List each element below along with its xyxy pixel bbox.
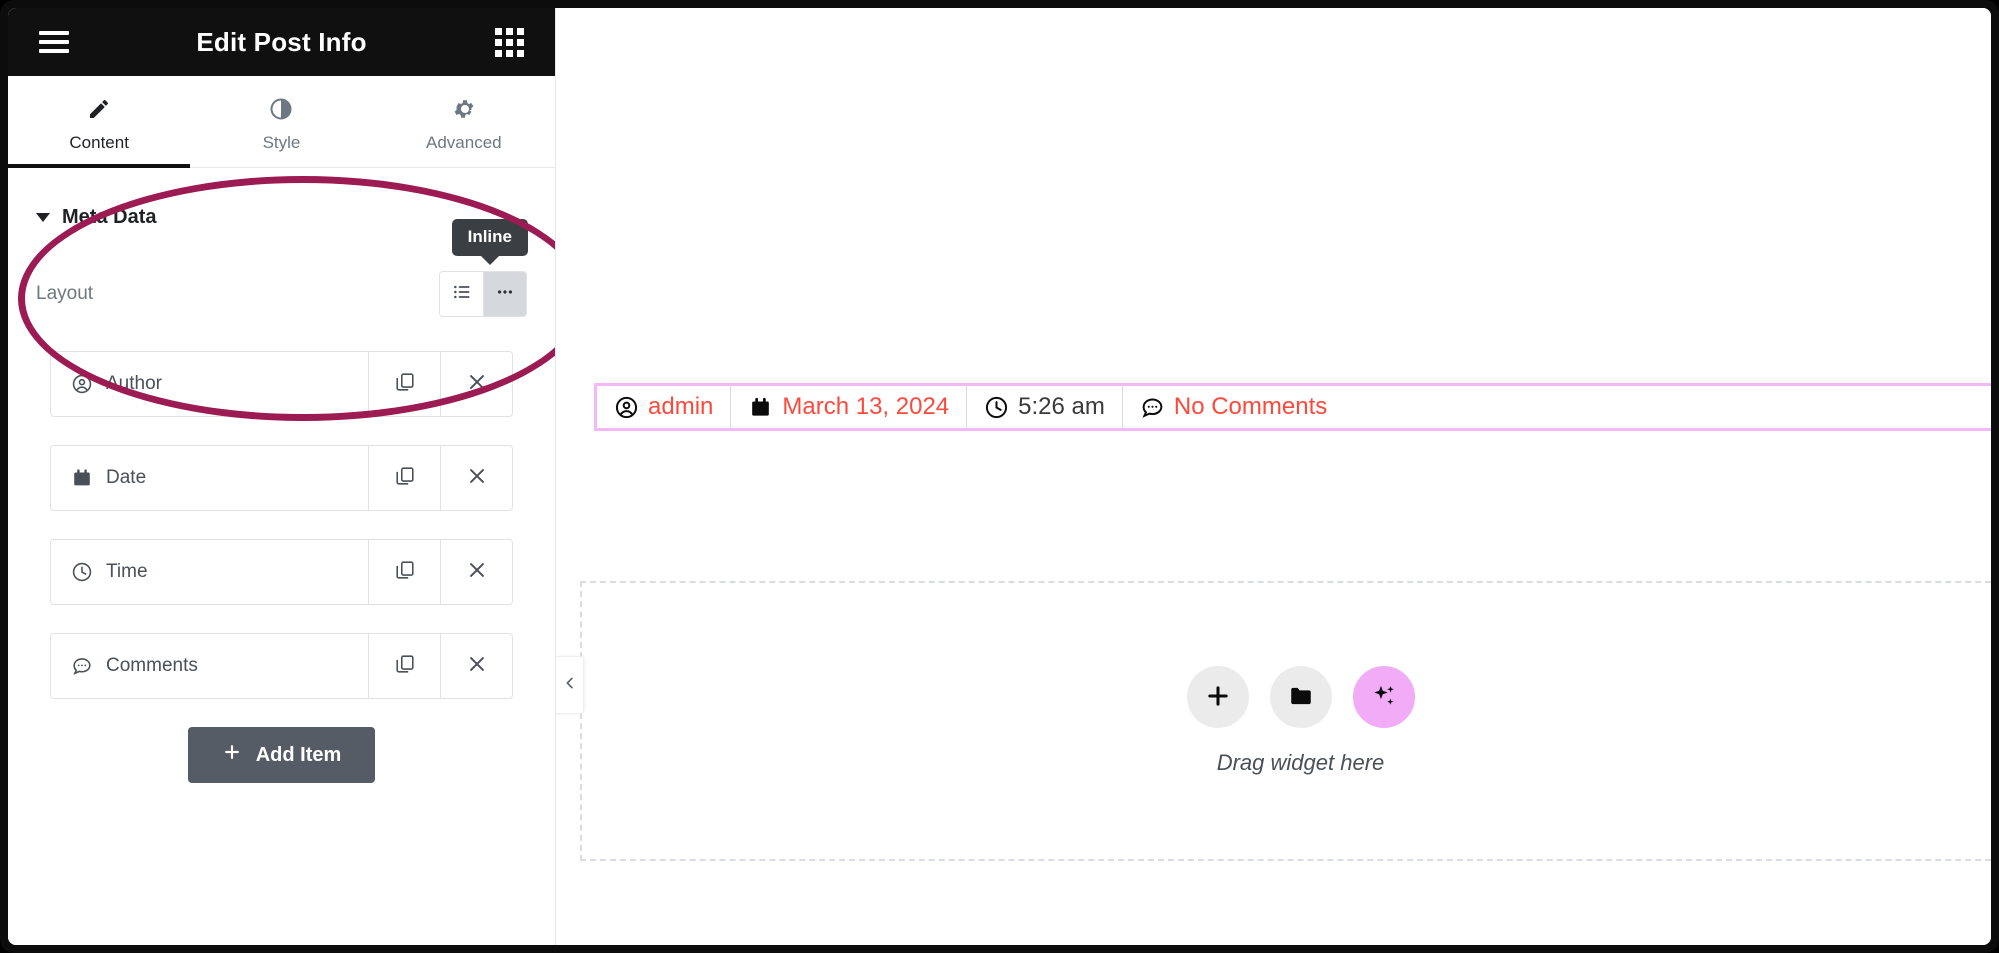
add-item-wrapper: Add Item (50, 727, 513, 783)
layout-control-row: Layout Inline (8, 219, 555, 317)
meta-item-date[interactable]: March 13, 2024 (730, 386, 966, 428)
post-info-widget[interactable]: admin March 13, 2024 5:26 am No Comments (594, 383, 1991, 431)
copy-icon (394, 559, 416, 586)
meta-item-text: 5:26 am (1018, 393, 1105, 420)
clock-icon (71, 561, 93, 583)
remove-item-button[interactable] (440, 634, 512, 698)
duplicate-item-button[interactable] (368, 446, 440, 510)
editor-window: Edit Post Info Content Style Advanced Me… (8, 8, 1991, 945)
tab-advanced[interactable]: Advanced (373, 76, 555, 167)
duplicate-item-button[interactable] (368, 352, 440, 416)
plus-icon (222, 742, 242, 768)
tab-style[interactable]: Style (190, 76, 372, 167)
preview-canvas: admin March 13, 2024 5:26 am No Comments… (556, 8, 1991, 945)
meta-item-text: No Comments (1173, 393, 1328, 420)
tab-advanced-label: Advanced (426, 133, 502, 152)
close-x-icon (466, 653, 488, 680)
widget-drop-zone[interactable]: Drag widget here (580, 581, 1991, 861)
panel-collapse-handle[interactable] (556, 656, 584, 714)
repeater-item-author: Author (50, 351, 513, 417)
layout-option-inline[interactable] (483, 272, 526, 316)
remove-item-button[interactable] (440, 540, 512, 604)
duplicate-item-button[interactable] (368, 540, 440, 604)
plus-icon (1204, 682, 1232, 713)
repeater-item-time: Time (50, 539, 513, 605)
inline-tooltip: Inline (451, 219, 528, 256)
drop-zone-actions (1186, 666, 1415, 728)
remove-item-button[interactable] (440, 352, 512, 416)
clock-icon (984, 395, 1009, 420)
calendar-icon (71, 467, 93, 489)
add-item-button[interactable]: Add Item (187, 727, 376, 783)
close-x-icon (466, 371, 488, 398)
app-grid-button[interactable] (489, 22, 529, 62)
tab-style-label: Style (262, 133, 301, 152)
ai-button[interactable] (1352, 666, 1415, 728)
drop-zone-label: Drag widget here (1216, 750, 1385, 775)
meta-item-text: March 13, 2024 (782, 393, 950, 420)
pencil-icon (87, 96, 111, 122)
app-grid-icon (494, 27, 524, 57)
hamburger-menu-icon (39, 31, 69, 53)
user-circle-icon (71, 373, 93, 395)
editor-settings-panel: Edit Post Info Content Style Advanced Me… (8, 8, 556, 945)
meta-item-time[interactable]: 5:26 am (966, 386, 1122, 428)
close-x-icon (466, 559, 488, 586)
gear-icon (452, 96, 476, 122)
folder-icon (1288, 683, 1314, 712)
meta-item-author[interactable]: admin (597, 386, 730, 428)
repeater-item-comments: Comments (50, 633, 513, 699)
meta-data-repeater: Author Date Time Comments Add Item (8, 351, 555, 783)
add-item-label: Add Item (255, 743, 342, 766)
panel-tabs: Content Style Advanced (8, 76, 555, 168)
repeater-item-title[interactable]: Time (51, 540, 368, 604)
repeater-item-date: Date (50, 445, 513, 511)
repeater-item-label: Comments (106, 655, 198, 676)
panel-header: Edit Post Info (8, 8, 555, 76)
section-title: Meta Data (62, 206, 157, 228)
repeater-item-label: Author (106, 373, 162, 394)
list-icon (452, 282, 472, 307)
chevron-left-icon (562, 675, 578, 696)
add-widget-button[interactable] (1186, 666, 1249, 728)
panel-body: Meta Data Layout Inline Author Date Time… (8, 168, 555, 945)
remove-item-button[interactable] (440, 446, 512, 510)
repeater-item-label: Time (106, 561, 148, 582)
panel-title: Edit Post Info (196, 26, 367, 57)
repeater-item-title[interactable]: Comments (51, 634, 368, 698)
copy-icon (394, 653, 416, 680)
add-template-button[interactable] (1269, 666, 1332, 728)
layout-choices (439, 271, 527, 317)
copy-icon (394, 465, 416, 492)
close-x-icon (466, 465, 488, 492)
calendar-icon (748, 395, 773, 420)
caret-down-icon (36, 213, 50, 222)
meta-item-text: admin (648, 393, 714, 420)
comment-icon (71, 655, 93, 677)
repeater-item-label: Date (106, 467, 147, 488)
copy-icon (394, 371, 416, 398)
layout-label: Layout (36, 283, 94, 304)
dots-icon (495, 282, 515, 307)
tab-content-label: Content (69, 133, 129, 152)
duplicate-item-button[interactable] (368, 634, 440, 698)
tab-content[interactable]: Content (8, 76, 191, 168)
comment-icon (1140, 395, 1165, 420)
hamburger-menu-button[interactable] (34, 22, 74, 62)
user-circle-icon (614, 395, 639, 420)
contrast-icon (269, 96, 293, 122)
repeater-item-title[interactable]: Date (51, 446, 368, 510)
sparkles-icon (1370, 682, 1398, 713)
repeater-item-title[interactable]: Author (51, 352, 368, 416)
app-frame: Edit Post Info Content Style Advanced Me… (0, 0, 1999, 953)
layout-option-stacked[interactable] (440, 272, 483, 316)
meta-item-comments[interactable]: No Comments (1121, 386, 1344, 428)
